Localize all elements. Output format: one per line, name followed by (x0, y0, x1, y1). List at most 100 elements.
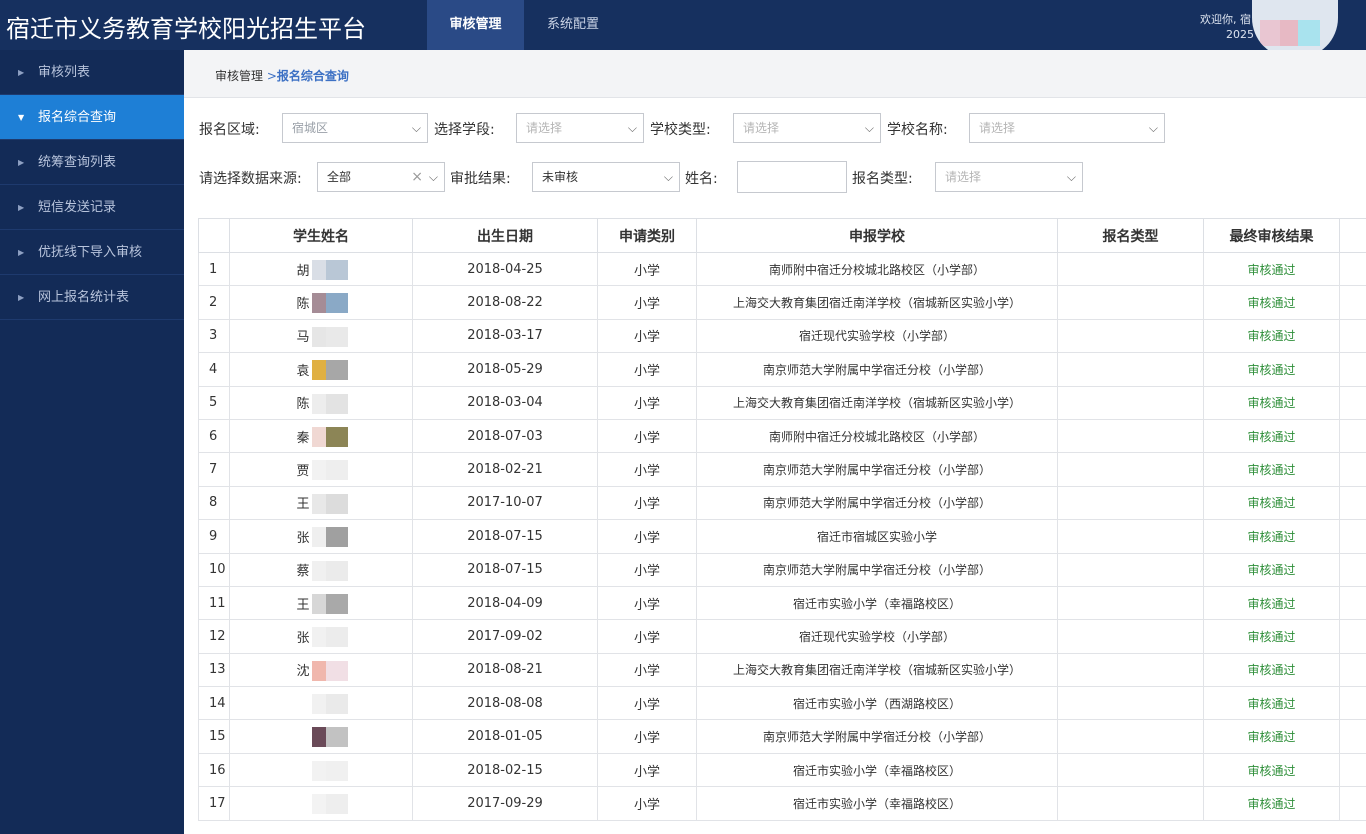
row-index: 1 (198, 251, 230, 287)
student-name: 秦 (296, 430, 310, 446)
reg-type-cell (1057, 585, 1204, 621)
school-name-select[interactable]: 请选择 ⌵ (969, 113, 1165, 143)
breadcrumb-root[interactable]: 审核管理 (215, 69, 263, 83)
extra-cell (1339, 385, 1366, 420)
student-name: 沈 (296, 664, 310, 680)
birth-date-cell: 2017-10-07 (412, 485, 598, 521)
table-row[interactable]: 16 2018-02-15 小学 宿迁市实验小学（幸福路校区） 审核通过 (198, 752, 1366, 788)
tab-system-config[interactable]: 系统配置 (530, 0, 616, 50)
sidebar-item-offline-import[interactable]: ▶ 优抚线下导入审核 (0, 230, 184, 275)
column-header-index (198, 218, 230, 253)
school-cell: 南师附中宿迁分校城北路校区（小学部） (696, 418, 1058, 454)
reg-type-cell (1057, 251, 1204, 287)
extra-cell (1339, 485, 1366, 521)
column-header-birth-date[interactable]: 出生日期 (412, 218, 598, 253)
name-redaction (312, 727, 326, 748)
table-row[interactable]: 14 2018-08-08 小学 宿迁市实验小学（西湖路校区） 审核通过 (198, 686, 1366, 721)
extra-cell (1339, 519, 1366, 554)
sidebar-item-online-stats[interactable]: ▶ 网上报名统计表 (0, 275, 184, 320)
student-name: 马 (296, 330, 310, 346)
name-redaction (326, 660, 348, 681)
table-row[interactable]: 2 陈 2018-08-22 小学 上海交大教育集团宿迁南洋学校（宿城新区实验小学） 审核… (198, 285, 1366, 320)
name-redaction (326, 393, 348, 414)
column-header-final-result[interactable]: 最终审核结果 (1203, 218, 1340, 253)
table-row[interactable]: 12 张 2017-09-02 小学 宿迁现代实验学校（小学部） 审核通过 (198, 619, 1366, 654)
close-icon[interactable]: × (411, 163, 423, 191)
stage-select[interactable]: 请选择 ⌵ (516, 113, 644, 143)
reg-type-cell (1057, 385, 1204, 420)
table-row[interactable]: 8 王 2017-10-07 小学 南京师范大学附属中学宿迁分校（小学部） 审核通过 (198, 485, 1366, 521)
category-cell: 小学 (597, 686, 697, 721)
final-result-cell: 审核通过 (1203, 452, 1340, 487)
row-index: 14 (198, 686, 230, 721)
name-redaction (326, 760, 348, 781)
table-row[interactable]: 4 袁 2018-05-29 小学 南京师范大学附属中学宿迁分校（小学部） 审核通过 (198, 352, 1366, 387)
source-select[interactable]: 全部 × ⌵ (317, 162, 445, 192)
final-result-cell: 审核通过 (1203, 318, 1340, 354)
birth-date-cell: 2018-03-04 (412, 385, 598, 420)
table-row[interactable]: 13 沈 2018-08-21 小学 上海交大教育集团宿迁南洋学校（宿城新区实验小学） 审… (198, 652, 1366, 688)
name-redaction (326, 460, 348, 481)
category-cell: 小学 (597, 318, 697, 354)
column-header-extra (1339, 218, 1366, 253)
row-index: 3 (198, 318, 230, 354)
student-name-cell: 秦 (229, 418, 413, 454)
sidebar-item-coordination-query[interactable]: ▶ 统筹查询列表 (0, 140, 184, 185)
birth-date-cell: 2018-07-03 (412, 418, 598, 454)
extra-cell (1339, 652, 1366, 688)
table-row[interactable]: 1 胡 2018-04-25 小学 南师附中宿迁分校城北路校区（小学部） 审核通过 (198, 251, 1366, 287)
category-cell: 小学 (597, 652, 697, 688)
table-row[interactable]: 15 2018-01-05 小学 南京师范大学附属中学宿迁分校（小学部） 审核通过 (198, 719, 1366, 754)
student-name: 王 (296, 497, 310, 513)
student-name-cell: 蔡 (229, 552, 413, 587)
extra-cell (1339, 418, 1366, 454)
results-table: 学生姓名 出生日期 申请类别 申报学校 报名类型 最终审核结果 1 胡 2018-0… (198, 218, 1366, 821)
area-select[interactable]: 宿城区 ⌵ (282, 113, 428, 143)
column-header-category[interactable]: 申请类别 (597, 218, 697, 253)
birth-date-cell: 2018-05-29 (412, 352, 598, 387)
reg-type-cell (1057, 352, 1204, 387)
birth-date-cell: 2018-07-15 (412, 552, 598, 587)
sidebar-item-audit-list[interactable]: ▶ 审核列表 (0, 50, 184, 95)
results-table-wrapper: 学生姓名 出生日期 申请类别 申报学校 报名类型 最终审核结果 1 胡 2018-0… (198, 218, 1366, 834)
extra-cell (1339, 619, 1366, 654)
name-input[interactable] (737, 161, 847, 193)
source-value: 全部 (327, 170, 352, 184)
student-name: 张 (296, 530, 310, 546)
table-row[interactable]: 7 贾 2018-02-21 小学 南京师范大学附属中学宿迁分校（小学部） 审核通过 (198, 452, 1366, 487)
school-cell: 上海交大教育集团宿迁南洋学校（宿城新区实验小学） (696, 652, 1058, 688)
caret-right-icon: ▶ (18, 158, 25, 167)
school-cell: 南京师范大学附属中学宿迁分校（小学部） (696, 719, 1058, 754)
table-row[interactable]: 10 蔡 2018-07-15 小学 南京师范大学附属中学宿迁分校（小学部） 审核通过 (198, 552, 1366, 587)
name-redaction (312, 660, 326, 681)
column-header-school[interactable]: 申报学校 (696, 218, 1058, 253)
birth-date-cell: 2018-02-21 (412, 452, 598, 487)
table-row[interactable]: 11 王 2018-04-09 小学 宿迁市实验小学（幸福路校区） 审核通过 (198, 585, 1366, 621)
area-value: 宿城区 (292, 121, 329, 135)
name-redaction (312, 527, 326, 548)
name-redaction (312, 426, 326, 447)
sidebar-item-sms-records[interactable]: ▶ 短信发送记录 (0, 185, 184, 230)
reg-type-select[interactable]: 请选择 ⌵ (935, 162, 1083, 192)
reg-type-cell (1057, 552, 1204, 587)
table-row[interactable]: 17 2017-09-29 小学 宿迁市实验小学（幸福路校区） 审核通过 (198, 786, 1366, 821)
tab-audit-management[interactable]: 审核管理 (427, 0, 524, 50)
category-cell: 小学 (597, 452, 697, 487)
sidebar-item-registration-query[interactable]: ▼ 报名综合查询 (0, 95, 184, 140)
sidebar: ▶ 审核列表 ▼ 报名综合查询 ▶ 统筹查询列表 ▶ 短信发送记录 ▶ 优抚线下… (0, 50, 184, 834)
column-header-student-name[interactable]: 学生姓名 (229, 218, 413, 253)
name-redaction (326, 593, 348, 614)
table-row[interactable]: 3 马 2018-03-17 小学 宿迁现代实验学校（小学部） 审核通过 (198, 318, 1366, 354)
extra-cell (1339, 552, 1366, 587)
name-redaction (326, 326, 348, 347)
school-type-select[interactable]: 请选择 ⌵ (733, 113, 881, 143)
welcome-line1: 欢迎你, 宿 (1200, 13, 1251, 26)
table-row[interactable]: 5 陈 2018-03-04 小学 上海交大教育集团宿迁南洋学校（宿城新区实验小学） 审核… (198, 385, 1366, 420)
table-row[interactable]: 9 张 2018-07-15 小学 宿迁市宿城区实验小学 审核通过 (198, 519, 1366, 554)
column-header-reg-type[interactable]: 报名类型 (1057, 218, 1204, 253)
student-name: 王 (296, 597, 310, 613)
approval-select[interactable]: 未审核 ⌵ (532, 162, 680, 192)
approval-value: 未审核 (542, 170, 579, 184)
table-row[interactable]: 6 秦 2018-07-03 小学 南师附中宿迁分校城北路校区（小学部） 审核通过 (198, 418, 1366, 454)
row-index: 2 (198, 285, 230, 320)
